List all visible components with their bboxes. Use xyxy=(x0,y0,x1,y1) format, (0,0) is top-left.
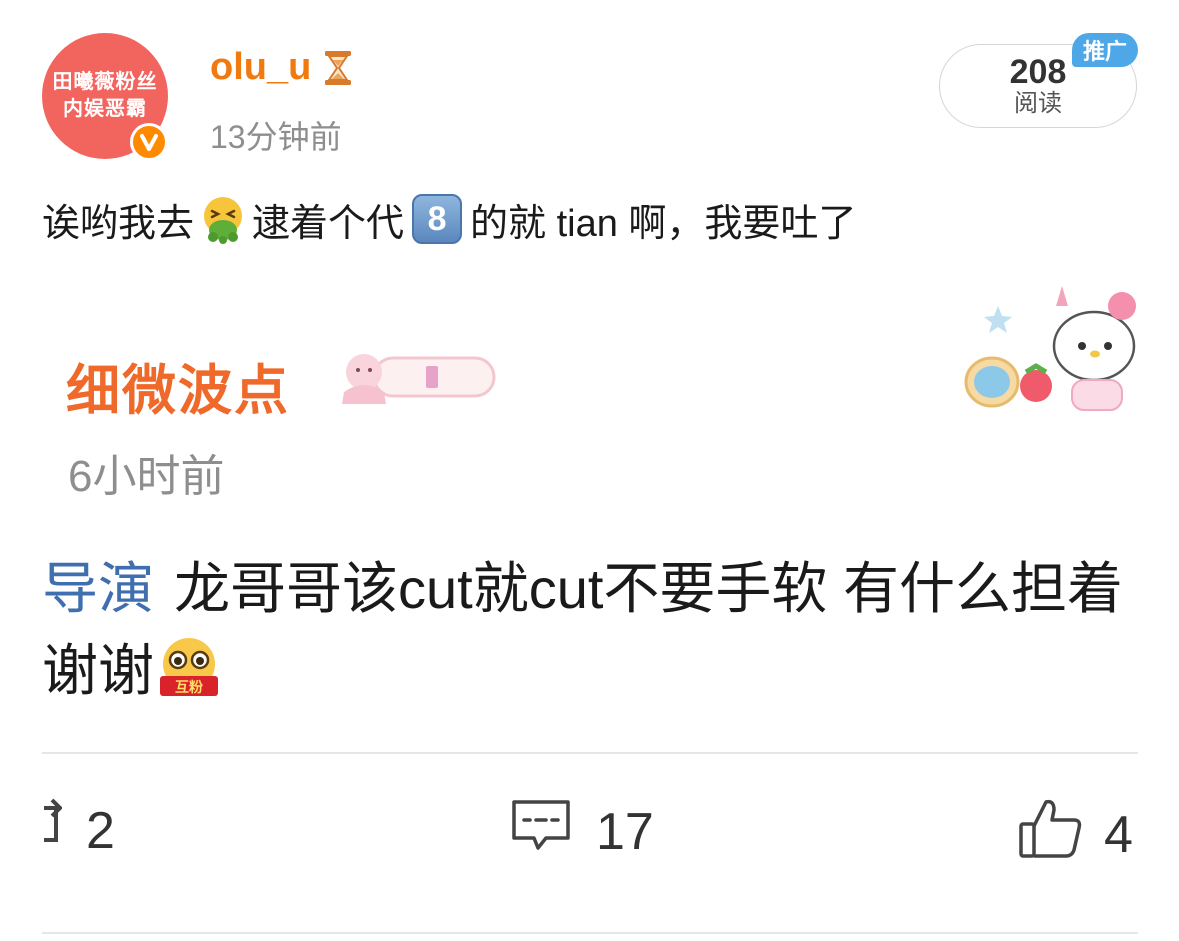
avatar-text-line1: 田曦薇粉丝 xyxy=(52,71,158,93)
like-button[interactable]: 4 xyxy=(1018,796,1133,873)
post-text: 诶哟我去 逮着个代 8 的就 tian 啊，我要吐了 xyxy=(42,192,856,246)
post-text-part2: 逮着个代 xyxy=(252,202,405,245)
promo-badge: 推广 xyxy=(1072,33,1138,67)
thumbs-up-icon xyxy=(1018,796,1084,873)
avatar-text-line2: 内娱恶霸 xyxy=(63,98,147,120)
username[interactable]: olu_u xyxy=(210,46,311,89)
quote-author[interactable]: 细微波点 xyxy=(66,346,290,425)
username-row: olu_u xyxy=(210,46,353,89)
comment-count: 17 xyxy=(596,802,654,861)
comment-icon xyxy=(510,796,572,867)
post-text-part3: 的就 tian 啊，我要吐了 xyxy=(470,202,857,245)
verified-icon xyxy=(130,123,168,161)
fan-label: 互粉 xyxy=(175,679,203,696)
quote-body: 导演 龙哥哥该cut就cut不要手软 有什么担着谢谢 互粉 xyxy=(42,548,1142,722)
keycap-8-icon: 8 xyxy=(412,194,463,244)
fan-badge-icon xyxy=(334,342,500,413)
repost-icon xyxy=(42,796,63,865)
post-time: 13分钟前 xyxy=(210,119,342,155)
mention-link[interactable]: 导演 xyxy=(42,557,154,620)
reads-count: 208 xyxy=(1009,53,1067,91)
fan-face-icon: 互粉 xyxy=(156,634,222,722)
repost-count: 2 xyxy=(86,801,115,860)
vomit-face-icon xyxy=(198,194,248,244)
hourglass-icon xyxy=(323,50,353,86)
bottom-divider xyxy=(42,932,1138,934)
comment-button[interactable]: 17 xyxy=(510,796,654,867)
reads-label: 阅读 xyxy=(1014,90,1062,117)
repost-button[interactable]: 2 xyxy=(42,796,115,865)
quote-time: 6小时前 xyxy=(68,452,225,501)
post-text-part1: 诶哟我去 xyxy=(42,202,195,245)
divider xyxy=(42,752,1138,754)
like-count: 4 xyxy=(1104,805,1133,864)
hello-kitty-sticker-icon xyxy=(962,276,1138,421)
